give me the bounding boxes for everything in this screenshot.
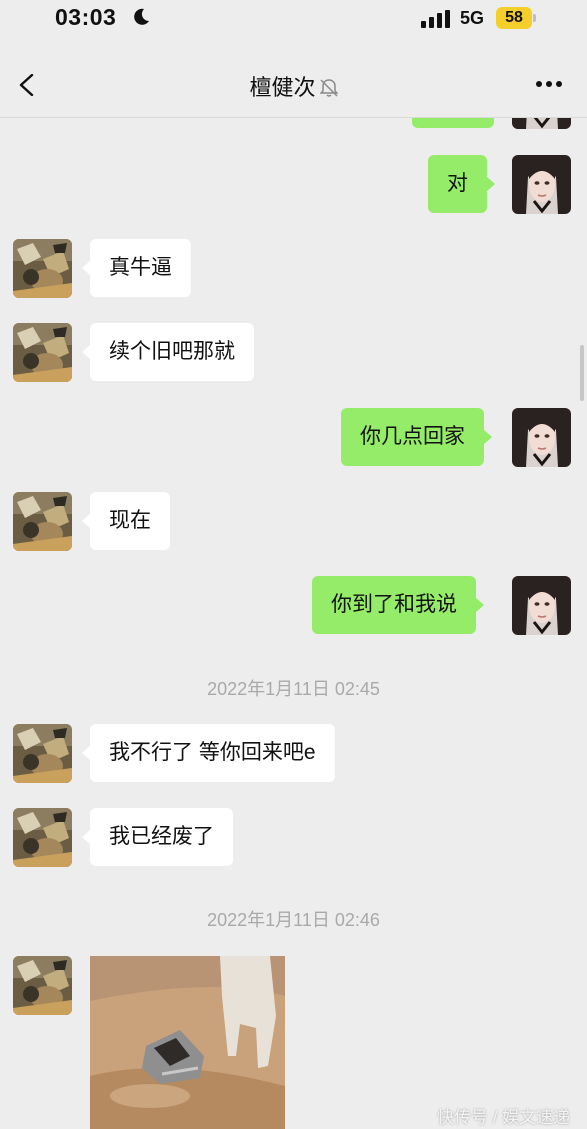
message-bubble-received[interactable]: 现在 bbox=[82, 492, 170, 550]
watermark-text: 快传号 / 娱文速递 bbox=[437, 1108, 571, 1127]
status-time: 03:03 bbox=[55, 4, 117, 30]
image-message[interactable] bbox=[90, 956, 285, 1129]
message-bubble-received[interactable]: 我不行了 等你回来吧e bbox=[82, 724, 335, 782]
contact-avatar[interactable] bbox=[13, 492, 72, 551]
contact-avatar[interactable] bbox=[13, 956, 72, 1015]
message-timestamp: 2022年1月11日 02:45 bbox=[207, 679, 380, 699]
contact-avatar[interactable] bbox=[13, 323, 72, 382]
my-avatar[interactable] bbox=[512, 576, 571, 635]
message-bubble-received[interactable]: 我已经废了 bbox=[82, 808, 233, 866]
my-avatar[interactable] bbox=[512, 408, 571, 467]
my-avatar[interactable] bbox=[512, 155, 571, 214]
contact-avatar[interactable] bbox=[13, 808, 72, 867]
network-type: 5G bbox=[460, 8, 485, 28]
message-bubble-sent[interactable]: 对 bbox=[428, 155, 495, 213]
battery-cap bbox=[533, 14, 536, 22]
more-options-icon[interactable] bbox=[535, 80, 563, 88]
message-bubble-received[interactable]: 真牛逼 bbox=[82, 239, 191, 297]
message-bubble-sent[interactable]: 你到了和我说 bbox=[312, 576, 484, 634]
contact-avatar[interactable] bbox=[13, 724, 72, 783]
moon-icon bbox=[134, 8, 149, 25]
message-bubble-received[interactable]: 续个旧吧那就 bbox=[82, 323, 254, 381]
battery-indicator: 58 bbox=[496, 7, 532, 29]
message-timestamp: 2022年1月11日 02:46 bbox=[207, 910, 380, 930]
mute-bell-icon bbox=[319, 79, 338, 97]
signal-icon bbox=[421, 10, 450, 28]
message-bubble-sent[interactable]: 你几点回家 bbox=[341, 408, 492, 466]
status-bar: 03:03 5G 58 bbox=[0, 0, 587, 38]
scrollbar[interactable] bbox=[580, 345, 584, 401]
contact-avatar[interactable] bbox=[13, 239, 72, 298]
chat-header: 檀健次 bbox=[0, 40, 587, 118]
chat-title-wrap: 檀健次 bbox=[0, 70, 587, 102]
chat-title: 檀健次 bbox=[249, 75, 316, 100]
